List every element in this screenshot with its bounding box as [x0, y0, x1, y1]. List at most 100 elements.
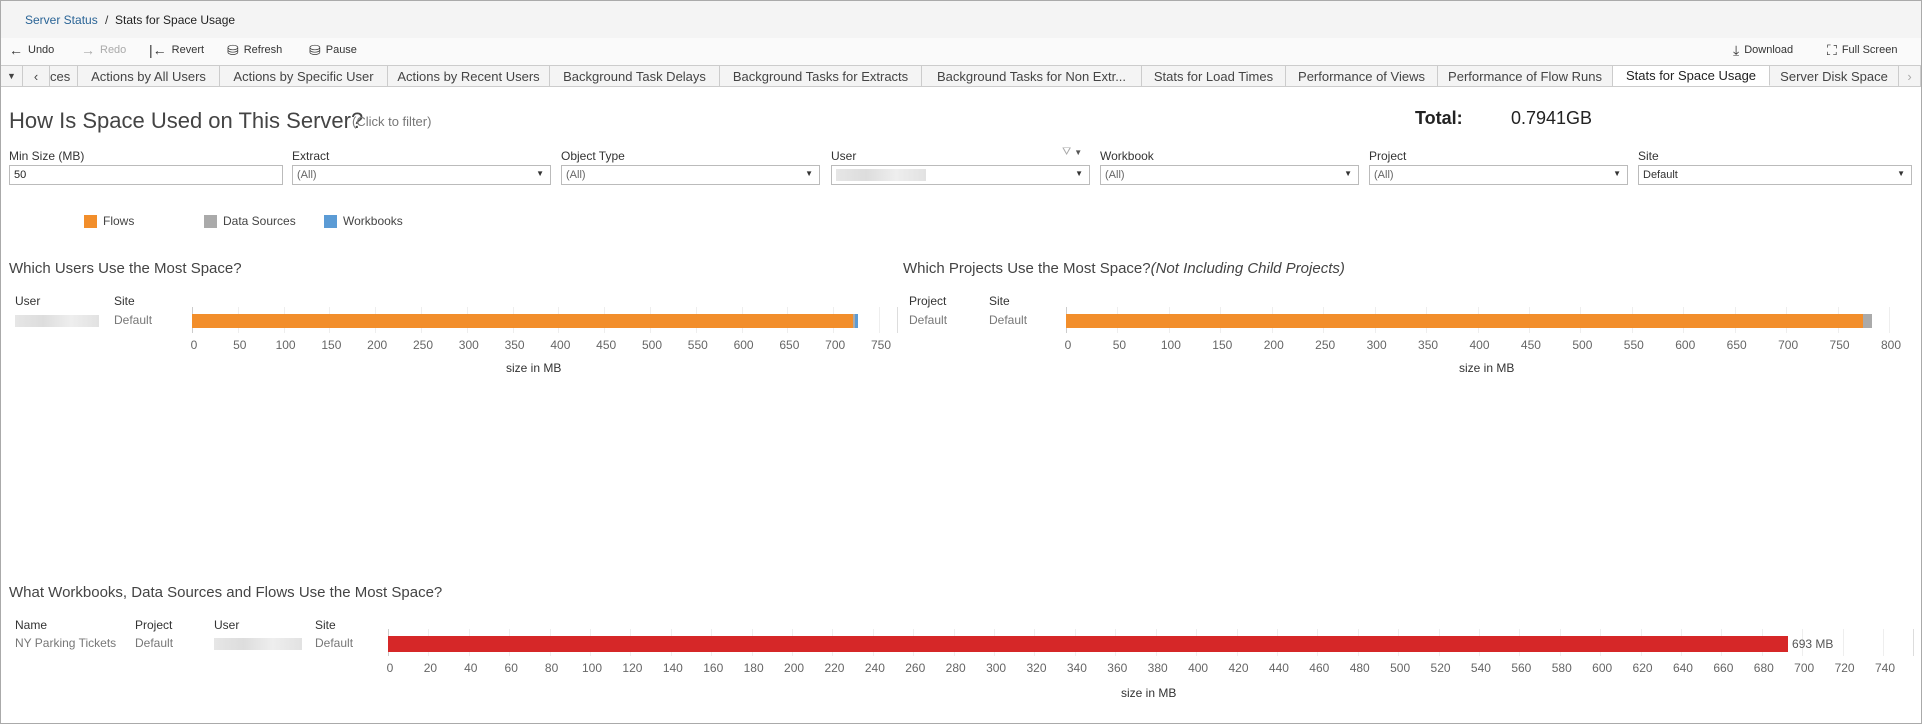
tab-background-tasks-extracts[interactable]: Background Tasks for Extracts — [720, 66, 922, 86]
column-header-name: Name — [15, 618, 48, 632]
tab-stats-load-times[interactable]: Stats for Load Times — [1142, 66, 1286, 86]
caret-down-icon: ▼ — [1897, 169, 1905, 178]
download-button[interactable]: ⤓ Download — [1733, 43, 1794, 57]
bar-segment-flows[interactable] — [1066, 314, 1864, 328]
caret-down-icon: ▼ — [7, 71, 16, 81]
filter-label: Min Size (MB) — [9, 149, 85, 163]
undo-label: Undo — [28, 44, 55, 56]
tab-stats-for-space-usage[interactable]: Stats for Space Usage — [1613, 66, 1770, 86]
x-tick-label: 50 — [1112, 338, 1127, 352]
tab-server-disk-space[interactable]: Server Disk Space — [1770, 66, 1899, 86]
bar-segment-data-sources[interactable] — [1863, 314, 1872, 328]
project-dropdown[interactable]: (All) ▼ — [1369, 165, 1628, 185]
legend-label: Data Sources — [223, 214, 296, 228]
x-tick-label: 380 — [1147, 661, 1168, 675]
refresh-button[interactable]: ⛁ Refresh — [227, 43, 283, 57]
row-project: Default — [909, 313, 948, 327]
tab-scroll-right-button[interactable]: › — [1899, 66, 1921, 86]
bar-segment-flows[interactable] — [192, 314, 854, 328]
chevron-left-icon: ‹ — [33, 68, 39, 84]
bar-segment-workbooks[interactable] — [855, 314, 858, 328]
x-tick-label: 750 — [870, 338, 892, 352]
caret-down-icon: ▼ — [1613, 169, 1621, 178]
filter-icon[interactable]: ⛛ ▼ — [1062, 146, 1082, 159]
total-value: 0.7941GB — [1511, 108, 1593, 128]
breadcrumb-server-status[interactable]: Server Status — [25, 13, 98, 27]
page-title: How Is Space Used on This Server? — [9, 108, 364, 133]
dropdown-value: (All) — [566, 169, 586, 181]
tab-partial[interactable]: ces — [50, 66, 78, 86]
x-tick-label: 160 — [703, 661, 724, 675]
x-tick-label: 660 — [1713, 661, 1734, 675]
redo-label: Redo — [100, 44, 127, 56]
refresh-label: Refresh — [243, 44, 283, 56]
x-tick-label: 200 — [1263, 338, 1284, 352]
x-tick-label: 500 — [1572, 338, 1593, 352]
dropdown-value: Default — [1643, 169, 1678, 181]
tab-actions-by-recent-users[interactable]: Actions by Recent Users — [388, 66, 550, 86]
redacted-user — [836, 169, 926, 181]
x-tick-label: 680 — [1753, 661, 1774, 675]
redo-button[interactable]: → Redo — [81, 42, 127, 58]
x-tick-label: 0 — [1064, 338, 1072, 352]
x-tick-label: 650 — [779, 338, 800, 352]
x-tick-label: 140 — [662, 661, 683, 675]
data-label: 693 MB — [1792, 637, 1834, 651]
bar[interactable] — [388, 636, 1789, 652]
min-size-input[interactable]: 50 — [9, 165, 283, 185]
arrow-left-icon: ← — [9, 42, 23, 58]
x-tick-label: 460 — [1309, 661, 1330, 675]
legend-item-flows[interactable]: Flows — [84, 214, 134, 229]
tab-actions-by-specific-user[interactable]: Actions by Specific User — [220, 66, 388, 86]
tab-background-task-delays[interactable]: Background Task Delays — [550, 66, 720, 86]
dropdown-value: (All) — [297, 169, 317, 181]
undo-button[interactable]: ← Undo — [9, 42, 55, 58]
gridline — [879, 307, 880, 333]
x-tick-label: 520 — [1430, 661, 1451, 675]
row-site: Default — [114, 313, 153, 327]
row-name[interactable]: NY Parking Tickets — [15, 636, 116, 650]
x-tick-label: 300 — [1366, 338, 1387, 352]
tab-background-tasks-non-extracts[interactable]: Background Tasks for Non Extr... — [922, 66, 1142, 86]
pause-button[interactable]: ⛁ Pause — [309, 43, 357, 57]
x-tick-label: 0 — [386, 661, 394, 675]
data-sources-swatch — [204, 215, 217, 229]
site-dropdown[interactable]: Default ▼ — [1638, 165, 1912, 185]
x-tick-label: 740 — [1874, 661, 1896, 675]
object-type-dropdown[interactable]: (All) ▼ — [561, 165, 820, 185]
workbook-dropdown[interactable]: (All) ▼ — [1100, 165, 1359, 185]
x-tick-label: 50 — [233, 338, 247, 352]
full-screen-button[interactable]: ⛶ Full Screen — [1827, 43, 1898, 57]
legend-item-workbooks[interactable]: Workbooks — [324, 214, 403, 229]
column-header-user: User — [15, 294, 41, 308]
legend-item-data-sources[interactable]: Data Sources — [204, 214, 296, 229]
x-tick-label: 240 — [864, 661, 885, 675]
tab-actions-by-all-users[interactable]: Actions by All Users — [78, 66, 220, 86]
redacted-user — [214, 638, 302, 650]
x-tick-label: 440 — [1268, 661, 1289, 675]
chart-title-text: Which Projects Use the Most Space? — [903, 260, 1151, 277]
x-axis-label: size in MB — [1121, 686, 1177, 700]
arrow-right-icon: → — [81, 42, 95, 58]
full-screen-label: Full Screen — [1841, 44, 1898, 56]
tab-performance-of-flow-runs[interactable]: Performance of Flow Runs — [1438, 66, 1613, 86]
caret-down-icon: ▼ — [1075, 169, 1083, 178]
x-tick-label: 350 — [504, 338, 525, 352]
x-tick-label: 540 — [1470, 661, 1491, 675]
x-tick-label: 200 — [367, 338, 388, 352]
chart-title: Which Projects Use the Most Space?(Not I… — [903, 260, 1345, 277]
tab-menu-button[interactable]: ▼ — [1, 66, 23, 86]
user-dropdown[interactable]: ▼ — [831, 165, 1090, 185]
tab-performance-of-views[interactable]: Performance of Views — [1286, 66, 1438, 86]
x-tick-label: 250 — [412, 338, 434, 352]
extract-dropdown[interactable]: (All) ▼ — [292, 165, 551, 185]
revert-button[interactable]: |← Revert — [149, 42, 204, 58]
column-header-site: Site — [989, 294, 1010, 308]
tab-scroll-left-button[interactable]: ‹ — [23, 66, 50, 86]
x-tick-label: 60 — [504, 661, 518, 675]
x-tick-label: 560 — [1511, 661, 1532, 675]
dropdown-value: (All) — [1374, 169, 1394, 181]
download-label: Download — [1744, 44, 1794, 56]
revert-icon: |← — [149, 42, 167, 58]
x-tick-label: 300 — [458, 338, 479, 352]
